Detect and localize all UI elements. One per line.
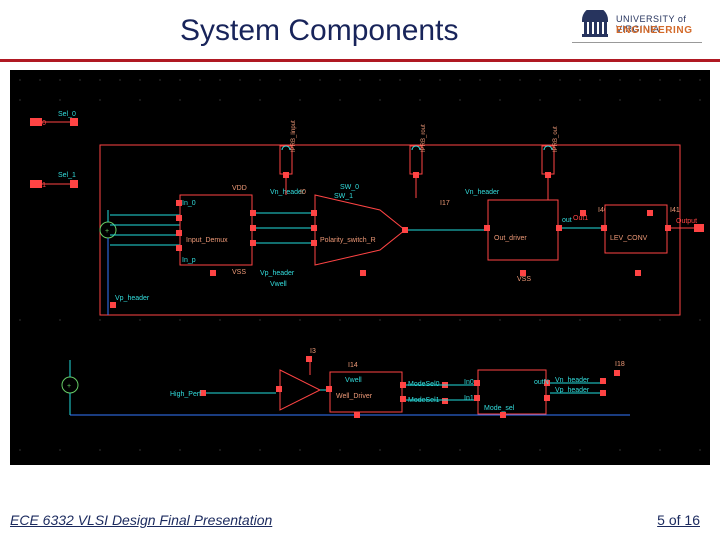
schematic-svg: Sel0 Sel_0 Sel1 Sel_1 + Input_Demux VDD … — [10, 70, 710, 465]
iprb-out: IPRB_out — [542, 126, 559, 178]
iprb-rout: IPRB_rout — [410, 124, 427, 178]
slide-footer: ECE 6332 VLSI Design Final Presentation … — [10, 512, 710, 532]
high-perf: High_Perf — [170, 391, 201, 398]
rotunda-icon — [580, 10, 610, 40]
footer-right: 5 of 16 — [657, 512, 700, 528]
svg-text:I3: I3 — [310, 348, 316, 355]
sel1-port: Sel1 — [32, 182, 46, 189]
svg-text:I41: I41 — [670, 207, 680, 214]
svg-text:VSS: VSS — [517, 276, 531, 283]
svg-text:In_0: In_0 — [182, 200, 196, 207]
svg-text:I17: I17 — [440, 200, 450, 207]
svg-text:+: + — [105, 228, 109, 235]
svg-text:Vwell: Vwell — [345, 377, 362, 384]
svg-text:Vp_header: Vp_header — [260, 270, 295, 277]
input-demux-label: Input_Demux — [186, 237, 228, 244]
slide-header: System Components UNIVERSITY of VIRGINIA… — [0, 0, 720, 62]
svg-text:Vp_header: Vp_header — [115, 295, 150, 302]
iprb-linput: IPRB_linput — [280, 120, 297, 178]
polarity-switch-label: Polarity_switch_R — [320, 237, 376, 244]
svg-text:+: + — [67, 383, 71, 390]
svg-text:VSS: VSS — [232, 269, 246, 276]
svg-text:I18: I18 — [615, 361, 625, 368]
svg-text:In_p: In_p — [182, 257, 196, 264]
sel1-label: Sel_1 — [58, 172, 76, 179]
svg-text:IPRB_rout: IPRB_rout — [421, 124, 427, 152]
svg-text:I14: I14 — [348, 362, 358, 369]
footer-left: ECE 6332 VLSI Design Final Presentation — [10, 512, 272, 528]
in0: In0 — [464, 379, 474, 386]
sel0-label: Sel_0 — [58, 111, 76, 118]
svg-text:I0: I0 — [300, 189, 306, 196]
lev-conv-label: LEV_CONV — [610, 235, 648, 242]
schematic-canvas: Sel0 Sel_0 Sel1 Sel_1 + Input_Demux VDD … — [10, 70, 710, 465]
svg-text:IPRB_linput: IPRB_linput — [291, 120, 297, 152]
output-label: Output — [676, 218, 697, 225]
svg-text:Vwell: Vwell — [270, 281, 287, 288]
logo-line2: ENGINEERING — [616, 25, 693, 36]
modesel: Mode_sel — [484, 405, 515, 412]
svg-text:IPRB_out: IPRB_out — [553, 126, 559, 152]
sel0-port: Sel0 — [32, 120, 46, 127]
svg-text:VDD: VDD — [232, 185, 247, 192]
slide-title: System Components — [180, 14, 458, 48]
svg-text:Vn_header: Vn_header — [465, 189, 500, 196]
out1: Out1 — [573, 215, 588, 222]
out-driver-label: Out_driver — [494, 235, 527, 242]
outn: outN — [534, 379, 549, 386]
uva-logo: UNIVERSITY of VIRGINIA ENGINEERING — [572, 6, 702, 52]
svg-text:SW_1: SW_1 — [334, 193, 353, 200]
svg-text:SW_0: SW_0 — [340, 184, 359, 191]
svg-text:out: out — [562, 217, 572, 224]
in1: In1 — [464, 395, 474, 402]
well-driver-label: Well_Driver — [336, 393, 373, 400]
